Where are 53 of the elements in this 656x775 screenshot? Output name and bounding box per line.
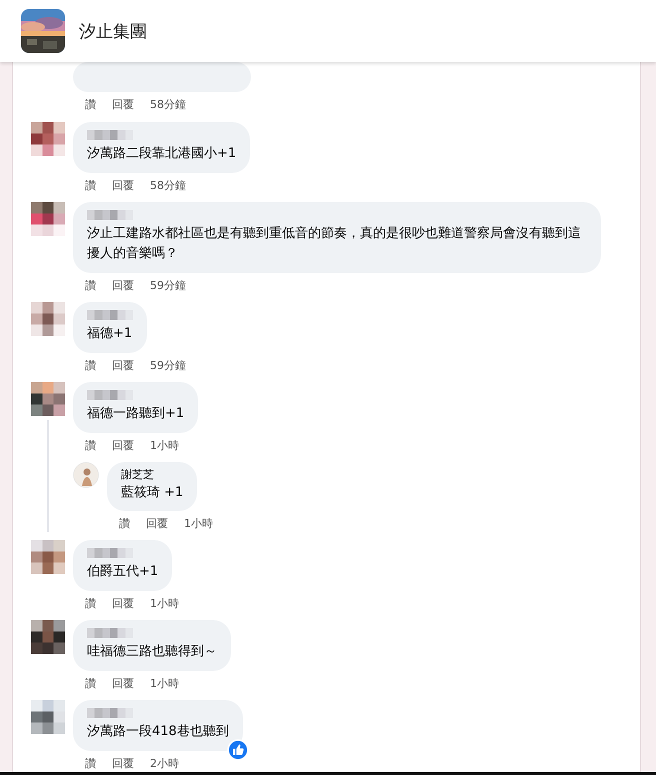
comment-time[interactable]: 1小時 [150,676,179,692]
blurred-name-drawing [87,628,133,638]
reply-link[interactable]: 回覆 [112,676,134,692]
reply-link[interactable]: 回覆 [112,358,134,374]
comment-text: 哇福德三路也聽得到～ [87,643,217,661]
blurred-name-drawing [87,548,133,558]
comment-time[interactable]: 59分鐘 [150,358,186,374]
like-link[interactable]: 讚 [85,438,96,454]
reply-link[interactable]: 回覆 [112,596,134,612]
comment-time[interactable]: 58分鐘 [150,178,186,194]
like-link[interactable]: 讚 [85,596,96,612]
blurred-avatar-drawing[interactable] [31,122,65,156]
reply-link[interactable]: 回覆 [146,516,168,532]
blurred-avatar-drawing[interactable] [31,382,65,416]
like-link[interactable]: 讚 [85,676,96,692]
blurred-avatar-drawing[interactable] [31,620,65,654]
comment-text: 伯爵五代+1 [87,563,158,581]
comment-text: 福德一路聽到+1 [87,405,184,423]
comment-text: 汐止工建路水都社區也是有聽到重低音的節奏，真的是很吵也難道警察局會沒有聽到這擾人的音樂嗎？ [87,225,582,263]
blurred-avatar-drawing[interactable] [31,202,65,236]
comment-text: 汐萬路二段靠北港國小+1 [87,145,236,163]
comment-text: 藍筱琦 +1 [121,484,184,502]
reply-link[interactable]: 回覆 [112,178,134,194]
like-link[interactable]: 讚 [119,516,130,532]
comment-time[interactable]: 59分鐘 [150,278,186,294]
comment-text: 福德+1 [87,325,133,343]
blurred-avatar-drawing[interactable] [31,302,65,336]
comment-time[interactable]: 2小時 [150,756,179,772]
blurred-avatar-drawing[interactable] [31,540,65,574]
blurred-name-drawing [87,390,133,400]
avatar-icon[interactable] [73,462,99,488]
comment-time[interactable]: 1小時 [150,596,179,612]
comment-time[interactable]: 1小時 [184,516,213,532]
reply-link[interactable]: 回覆 [112,756,134,772]
comment-time[interactable]: 58分鐘 [150,97,186,113]
blurred-name-drawing [87,310,133,320]
blurred-name-drawing [87,130,133,140]
group-name[interactable]: 汐止集團 [79,20,147,42]
comment-text: 汐萬路一段418巷也聽到 [87,723,229,741]
blurred-name-drawing [87,708,133,718]
like-link[interactable]: 讚 [85,278,96,294]
reply-link[interactable]: 回覆 [112,97,134,113]
like-reaction-icon[interactable] [226,739,249,761]
comment-time[interactable]: 1小時 [150,438,179,454]
blurred-avatar-drawing[interactable] [31,700,65,734]
author-name[interactable]: 謝芝芝 [121,468,184,481]
like-link[interactable]: 讚 [85,756,96,772]
reply-link[interactable]: 回覆 [112,438,134,454]
reply-link[interactable]: 回覆 [112,278,134,294]
like-link[interactable]: 讚 [85,97,96,113]
like-link[interactable]: 讚 [85,178,96,194]
blurred-name-drawing [87,210,133,220]
like-link[interactable]: 讚 [85,358,96,374]
